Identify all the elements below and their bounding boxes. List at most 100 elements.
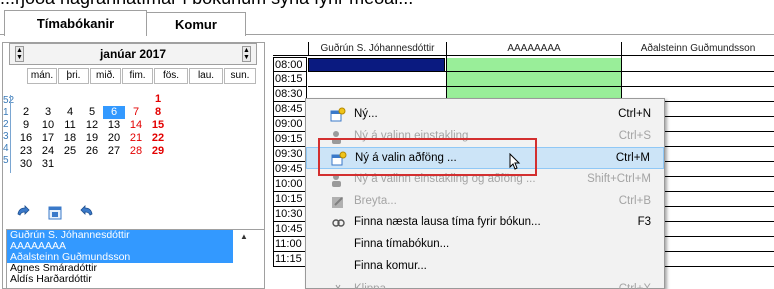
calendar-day[interactable]: 11 (59, 119, 81, 132)
calendar-empty-cell (59, 93, 81, 106)
list-item[interactable]: Aldís Harðardóttir (7, 274, 264, 285)
tab-komur[interactable]: Komur (146, 12, 246, 36)
context-menu-item: Klippa Ctrl+X (306, 279, 664, 289)
time-label: 10:00 (273, 177, 307, 192)
menu-item-label: Klippa (354, 283, 386, 289)
menu-item-label: Finna komur... (354, 260, 427, 272)
calendar-day[interactable]: 28 (125, 145, 147, 158)
calendar-day[interactable]: 13 (103, 119, 125, 132)
tab-timabokanir[interactable]: Tímabókanir (4, 10, 147, 36)
edit-icon (330, 194, 346, 210)
time-label: 09:00 (273, 117, 307, 132)
calendar-day[interactable]: 27 (103, 145, 125, 158)
calendar-day[interactable]: 15 (147, 119, 169, 132)
column-header: Guðrún S. Jóhannesdóttir (308, 42, 446, 56)
calendar-empty-cell (59, 158, 81, 171)
day-header: mið. (90, 68, 121, 84)
context-menu-item[interactable]: Ný... Ctrl+N (306, 104, 664, 126)
calendar-day[interactable]: 17 (37, 132, 59, 145)
calendar-toolbar (15, 205, 95, 221)
menu-item-label: Finna næsta lausa tíma fyrir bókun... (354, 216, 541, 228)
calendar-day[interactable]: 20 (103, 132, 125, 145)
schedule-row[interactable] (308, 57, 774, 72)
calendar-day[interactable]: 23 (15, 145, 37, 158)
day-header: fim. (122, 68, 153, 84)
calendar-day[interactable]: 3 (37, 106, 59, 119)
calendar-day[interactable]: 24 (37, 145, 59, 158)
calendar-new-icon (330, 107, 346, 123)
annotation-highlight-box (318, 138, 537, 176)
day-header: fös. (154, 68, 188, 84)
week-numbers: 52 1 2 3 4 5 (3, 95, 15, 167)
calendar-day[interactable]: 10 (37, 119, 59, 132)
tab-bar: Tímabókanir Komur (0, 8, 774, 36)
calendar-day[interactable]: 8 (147, 106, 169, 119)
menu-item-shortcut: Ctrl+N (618, 108, 651, 120)
calendar-day[interactable]: 21 (125, 132, 147, 145)
calendar-empty-cell (15, 93, 37, 106)
calendar-day[interactable]: 25 (59, 145, 81, 158)
calendar-day[interactable]: 22 (147, 132, 169, 145)
calendar-day[interactable]: 4 (59, 106, 81, 119)
day-header: mán. (27, 68, 57, 84)
calendar-day[interactable]: 29 (147, 145, 169, 158)
week-number: 2 (3, 119, 9, 130)
calendar-day[interactable]: 2 (15, 106, 37, 119)
next-month-spinner[interactable]: ▲ ▼ (242, 46, 251, 62)
time-column: 08:00 08:15 08:30 08:45 09:00 09:15 09:30 09:45… (273, 57, 307, 267)
context-menu-item[interactable]: Finna tímabókun... (306, 234, 664, 256)
back-arrow-icon[interactable] (15, 205, 31, 221)
menu-item-shortcut: F3 (637, 216, 651, 228)
calendar-day[interactable]: 26 (81, 145, 103, 158)
today-calendar-icon[interactable] (47, 205, 63, 221)
calendar-day[interactable]: 30 (15, 158, 37, 171)
time-label: 10:45 (273, 222, 307, 237)
time-label: 09:15 (273, 132, 307, 147)
calendar-day[interactable]: 6 (103, 106, 125, 119)
calendar-day[interactable]: 7 (125, 106, 147, 119)
column-header: Aðalsteinn Guðmundsson (621, 42, 774, 56)
menu-item-shortcut: Ctrl+B (618, 195, 651, 207)
left-panel: ▲ ▼ janúar 2017 ▲ ▼ mán. þri. mið. fim. fö… (2, 42, 265, 289)
scroll-up-arrow-icon[interactable]: ▲ (238, 231, 250, 243)
find-icon (330, 215, 346, 231)
time-label: 08:00 (273, 57, 307, 72)
calendar-week-row: 1 (15, 93, 169, 106)
calendar-day[interactable]: 31 (37, 158, 59, 171)
time-label: 08:45 (273, 102, 307, 117)
time-label: 11:15 (273, 252, 307, 267)
day-header: lau. (189, 68, 223, 84)
time-label: 11:00 (273, 237, 307, 252)
people-list[interactable]: Guðrún S. Jóhannesdóttir AAAAAAAA Aðalst… (6, 229, 265, 289)
menu-item-shortcut: Ctrl+S (618, 130, 651, 142)
calendar-week-row: 9 10 11 12 13 14 15 (15, 119, 169, 132)
context-menu-item[interactable]: Finna komur... (306, 256, 664, 278)
calendar-day[interactable]: 16 (15, 132, 37, 145)
calendar-day[interactable]: 14 (125, 119, 147, 132)
week-number: 1 (3, 107, 9, 118)
calendar-day[interactable]: 12 (81, 119, 103, 132)
calendar-day[interactable]: 5 (81, 106, 103, 119)
schedule-row[interactable] (308, 72, 774, 87)
column-header: AAAAAAAA (446, 42, 621, 56)
context-menu-item[interactable]: Finna næsta lausa tíma fyrir bókun... F3 (306, 212, 664, 234)
week-number: 52 (3, 95, 15, 106)
calendar-day-headers: mán. þri. mið. fim. fös. lau. sun. (27, 68, 264, 84)
schedule-header: Guðrún S. Jóhannesdóttir AAAAAAAA Aðalst… (273, 42, 774, 56)
calendar-empty-cell (103, 93, 125, 106)
calendar-day[interactable]: 1 (147, 93, 169, 106)
calendar-empty-cell (147, 158, 169, 171)
menu-item-label: Finna tímabókun... (354, 238, 450, 250)
forward-arrow-icon[interactable] (79, 205, 95, 221)
calendar-empty-cell (81, 93, 103, 106)
calendar-day[interactable]: 9 (15, 119, 37, 132)
calendar-day[interactable]: 19 (81, 132, 103, 145)
calendar-week-row: 30 31 (15, 158, 169, 171)
menu-item-label: Ný... (354, 108, 378, 120)
calendar-day[interactable]: 18 (59, 132, 81, 145)
calendar-day-grid: 1 2 3 4 5 6 7 8 9 10 11 12 13 14 15 16 17 18 19 20 21 22 23 24 2… (15, 93, 169, 171)
calendar-empty-cell (37, 93, 59, 106)
context-menu-item: Breyta... Ctrl+B (306, 191, 664, 213)
time-label: 08:30 (273, 87, 307, 102)
calendar-week-row: 2345678 (15, 106, 169, 119)
